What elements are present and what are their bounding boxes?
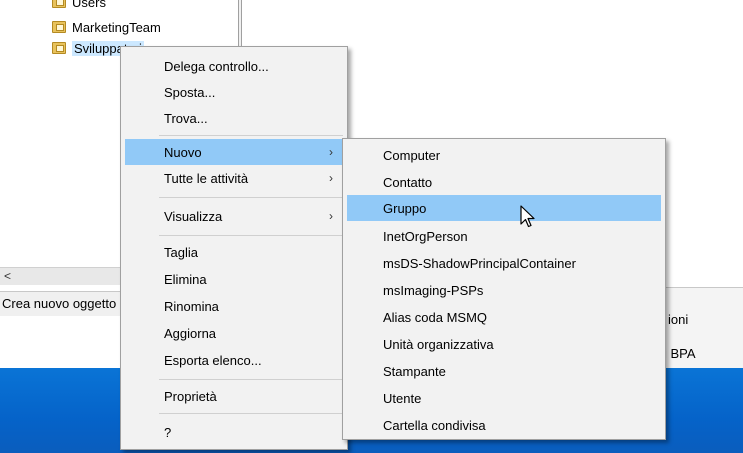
menu-item-label: Unità organizzativa	[383, 336, 494, 352]
context-menu: Delega controllo... Sposta... Trova... N…	[120, 46, 348, 450]
menu-item-sposta[interactable]: Sposta...	[125, 79, 343, 105]
menu-item-esporta-elenco[interactable]: Esporta elenco...	[125, 347, 343, 373]
menu-separator	[159, 379, 343, 380]
chevron-right-icon: ›	[329, 145, 333, 159]
menu-item-label: InetOrgPerson	[383, 228, 468, 244]
menu-separator	[159, 235, 343, 236]
tree-item-label: MarketingTeam	[72, 19, 161, 35]
menu-item-label: Elimina	[164, 271, 207, 287]
menu-item-label: Cartella condivisa	[383, 417, 486, 433]
submenu-item-alias-coda-msmq[interactable]: Alias coda MSMQ	[347, 304, 661, 330]
menu-item-help[interactable]: ?	[125, 419, 343, 445]
menu-item-label: Alias coda MSMQ	[383, 309, 488, 325]
submenu-item-utente[interactable]: Utente	[347, 385, 661, 411]
menu-item-label: Sposta...	[164, 84, 216, 100]
menu-item-nuovo[interactable]: Nuovo ›	[125, 139, 343, 165]
submenu-item-contatto[interactable]: Contatto	[347, 169, 661, 195]
menu-item-label: Delega controllo...	[164, 58, 269, 74]
scroll-left-icon[interactable]: <	[4, 268, 11, 285]
menu-item-proprieta[interactable]: Proprietà	[125, 383, 343, 409]
submenu-item-gruppo[interactable]: Gruppo	[347, 195, 661, 221]
menu-separator	[159, 197, 343, 198]
menu-item-rinomina[interactable]: Rinomina	[125, 293, 343, 319]
menu-item-label: Utente	[383, 390, 422, 406]
menu-item-label: Proprietà	[164, 388, 217, 404]
ou-folder-icon	[52, 42, 66, 54]
menu-item-label: Esporta elenco...	[164, 352, 262, 368]
submenu-nuovo: Computer Contatto Gruppo InetOrgPerson m…	[342, 138, 666, 440]
menu-item-label: Gruppo	[383, 200, 427, 216]
menu-separator	[159, 135, 343, 136]
submenu-item-cartella-condivisa[interactable]: Cartella condivisa	[347, 412, 661, 438]
actions-text: ioni	[668, 312, 689, 327]
menu-item-label: Trova...	[164, 110, 208, 126]
submenu-item-inetorgperson[interactable]: InetOrgPerson	[347, 223, 661, 249]
horizontal-scrollbar[interactable]: <	[0, 267, 130, 285]
submenu-item-unita-organizzativa[interactable]: Unità organizzativa	[347, 331, 661, 357]
menu-item-taglia[interactable]: Taglia	[125, 239, 343, 265]
menu-item-label: ?	[164, 424, 172, 440]
menu-item-label: Stampante	[383, 363, 446, 379]
menu-item-delega-controllo[interactable]: Delega controllo...	[125, 53, 343, 79]
chevron-right-icon: ›	[329, 209, 333, 223]
menu-item-trova[interactable]: Trova...	[125, 105, 343, 131]
submenu-item-msimaging-psps[interactable]: msImaging-PSPs	[347, 277, 661, 303]
menu-item-aggiorna[interactable]: Aggiorna	[125, 320, 343, 346]
actions-text[interactable]: i BPA	[664, 346, 696, 361]
menu-item-label: msDS-ShadowPrincipalContainer	[383, 255, 576, 271]
menu-item-label: Nuovo	[164, 144, 202, 160]
menu-item-label: Tutte le attività	[164, 170, 249, 186]
tree-item-label: Users	[72, 0, 106, 10]
submenu-item-computer[interactable]: Computer	[347, 142, 661, 168]
menu-item-label: Taglia	[164, 244, 198, 260]
tree-item-marketingteam[interactable]: MarketingTeam	[52, 17, 161, 37]
menu-item-label: Visualizza	[164, 208, 223, 224]
submenu-item-stampante[interactable]: Stampante	[347, 358, 661, 384]
ou-folder-icon	[52, 0, 66, 8]
menu-item-visualizza[interactable]: Visualizza ›	[125, 203, 343, 229]
submenu-item-msds-shadowprincipalcontainer[interactable]: msDS-ShadowPrincipalContainer	[347, 250, 661, 276]
menu-item-tutte-le-attivita[interactable]: Tutte le attività ›	[125, 165, 343, 191]
menu-item-label: Computer	[383, 147, 441, 163]
menu-item-label: Contatto	[383, 174, 433, 190]
chevron-right-icon: ›	[329, 171, 333, 185]
menu-separator	[159, 413, 343, 414]
menu-item-label: Aggiorna	[164, 325, 217, 341]
status-text: Crea nuovo oggetto	[2, 296, 117, 311]
mouse-pointer-icon	[520, 205, 535, 228]
menu-item-label: msImaging-PSPs	[383, 282, 484, 298]
tree-item-users[interactable]: Users	[52, 0, 106, 12]
menu-item-label: Rinomina	[164, 298, 219, 314]
ou-folder-icon	[52, 21, 66, 33]
menu-item-elimina[interactable]: Elimina	[125, 266, 343, 292]
status-bar: Crea nuovo oggetto	[0, 291, 130, 316]
